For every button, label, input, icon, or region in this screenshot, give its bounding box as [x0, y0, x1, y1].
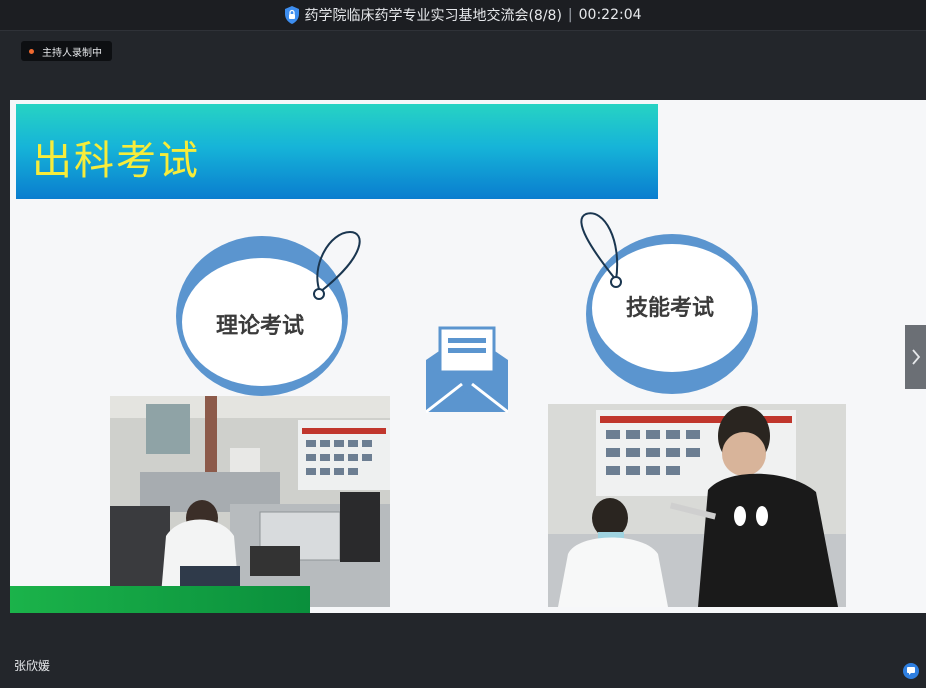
theory-exam-label: 理论考试	[216, 314, 305, 339]
recording-badge: 主持人录制中	[21, 41, 112, 61]
exam-room-photo	[110, 396, 390, 607]
shared-slide: 出科考试 理论考试 技能考试	[10, 100, 926, 613]
recording-label: 主持人录制中	[42, 47, 102, 59]
window-titlebar: 药学院临床药学专业实习基地交流会(8/8) | 00:22:04	[0, 0, 926, 31]
skill-exam-label: 技能考试	[626, 296, 715, 321]
title-separator: |	[567, 7, 573, 23]
elapsed-timer: 00:22:04	[578, 7, 642, 23]
slide-title: 出科考试	[32, 138, 200, 184]
shield-lock-icon	[285, 6, 300, 24]
skill-exam-bubble: 技能考试	[572, 210, 772, 400]
slide-title-banner: 出科考试	[16, 104, 658, 199]
envelope-icon	[426, 326, 508, 414]
skill-test-photo	[548, 404, 846, 607]
recording-dot-icon	[29, 48, 34, 54]
chat-icon	[907, 667, 915, 675]
chat-button[interactable]	[903, 663, 919, 679]
chevron-right-icon	[911, 349, 920, 365]
next-slide-button[interactable]	[905, 325, 926, 389]
participant-name: 张欣媛	[14, 659, 51, 673]
theory-exam-bubble: 理论考试	[170, 226, 370, 396]
meeting-title: 药学院临床药学专业实习基地交流会(8/8)	[304, 8, 562, 24]
slide-footer-stripe	[10, 586, 310, 613]
